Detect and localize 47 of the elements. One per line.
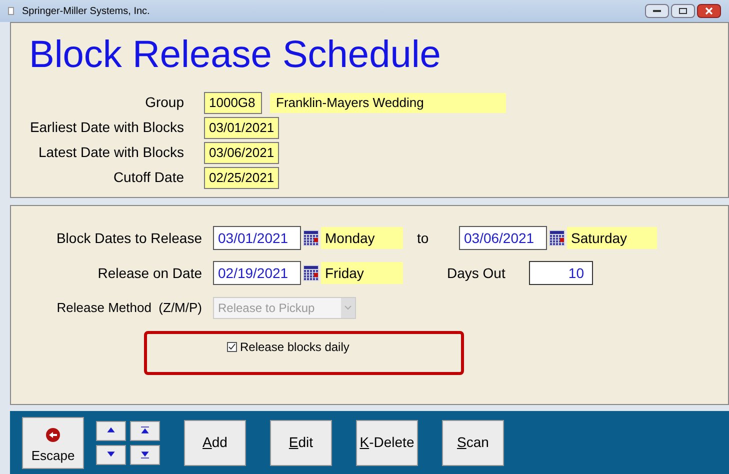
calendar-icon[interactable] [549,230,565,246]
value-field: 02/25/2021 [204,166,280,188]
toolbar-button[interactable]: Edit [270,420,332,466]
escape-button[interactable]: Escape [22,416,84,468]
down-button[interactable] [96,444,126,464]
app-icon [8,7,14,15]
field-label: Release on Date [96,264,203,282]
chevron-down-icon [341,298,355,318]
days-out-field[interactable]: 10 [529,261,593,285]
field-label: Cutoff Date [112,168,185,187]
window-title: Springer-Miller Systems, Inc. [22,4,150,18]
top-arrow-icon [139,425,151,436]
check-icon [228,343,236,351]
minimize-button[interactable] [645,4,669,18]
toolbar-button[interactable]: K-Delete [356,420,418,466]
close-icon [705,7,713,15]
first-button[interactable] [130,420,160,440]
calendar-icon[interactable] [303,230,319,246]
maximize-icon [679,8,687,14]
date-field[interactable]: 03/01/2021 [213,226,301,250]
toolbar-button[interactable]: Scan [442,420,504,466]
to-label: to [417,228,430,248]
field-label: Latest Date with Blocks [37,143,185,162]
daily-checkbox[interactable]: Release blocks daily [227,338,461,356]
value-field: 03/06/2021 [204,142,280,164]
up-button[interactable] [96,420,126,440]
value-field: 03/01/2021 [204,116,280,138]
date-field[interactable]: 03/06/2021 [459,226,547,250]
field-label: Release Method (Z/M/P) [56,299,203,318]
weekday-field: Monday [321,227,403,249]
group-name: Franklin-Mayers Wedding [270,92,506,112]
field-label: Block Dates to Release [55,228,203,248]
minimize-icon [653,10,661,12]
weekday-field: Saturday [567,227,657,249]
toolbar-button[interactable]: Add [184,420,246,466]
maximize-button[interactable] [671,4,695,18]
weekday-field: Friday [321,262,403,284]
date-field[interactable]: 02/19/2021 [213,261,301,285]
value-field: 1000G8 [204,92,262,114]
calendar-icon[interactable] [303,265,319,281]
page-heading: Block Release Schedule [29,35,442,75]
field-label: Earliest Date with Blocks [29,118,185,137]
days-out-label: Days Out [447,264,506,283]
last-button[interactable] [130,444,160,464]
bottom-arrow-icon [139,449,151,460]
close-button[interactable] [697,4,721,18]
field-label: Group [144,93,185,112]
